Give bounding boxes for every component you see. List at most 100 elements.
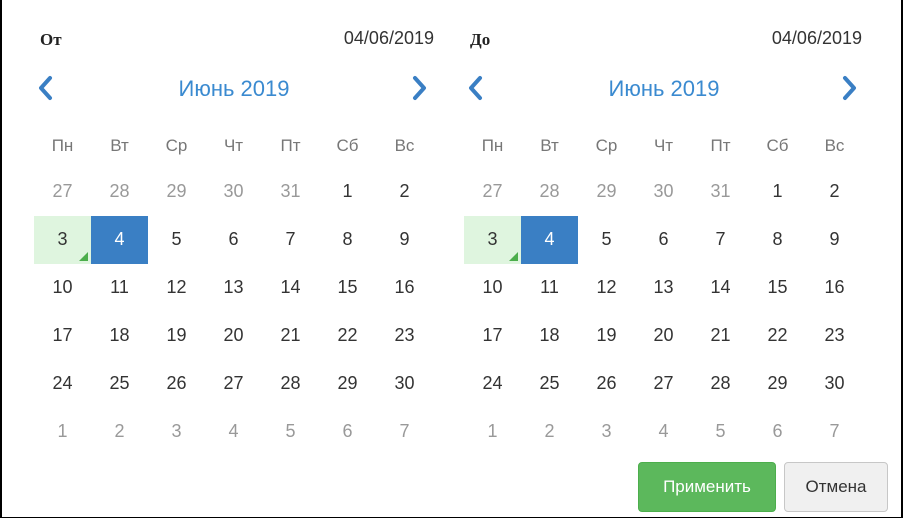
day-cell[interactable]: 10 (34, 264, 91, 312)
day-cell[interactable]: 7 (692, 216, 749, 264)
day-cell[interactable]: 16 (376, 264, 433, 312)
day-cell[interactable]: 16 (806, 264, 863, 312)
day-cell[interactable]: 4 (635, 408, 692, 456)
day-cell[interactable]: 28 (91, 168, 148, 216)
day-cell[interactable]: 1 (464, 408, 521, 456)
day-cell[interactable]: 9 (806, 216, 863, 264)
day-cell[interactable]: 25 (91, 360, 148, 408)
day-cell-today[interactable]: 3 (34, 216, 91, 264)
day-cell[interactable]: 6 (319, 408, 376, 456)
day-cell[interactable]: 31 (262, 168, 319, 216)
day-cell[interactable]: 17 (464, 312, 521, 360)
day-cell[interactable]: 5 (262, 408, 319, 456)
day-cell[interactable]: 24 (34, 360, 91, 408)
day-cell[interactable]: 21 (262, 312, 319, 360)
day-cell[interactable]: 13 (635, 264, 692, 312)
day-cell[interactable]: 13 (205, 264, 262, 312)
day-cell[interactable]: 28 (262, 360, 319, 408)
day-cell[interactable]: 29 (578, 168, 635, 216)
day-cell[interactable]: 3 (148, 408, 205, 456)
day-cell[interactable]: 15 (319, 264, 376, 312)
day-cell-selected[interactable]: 4 (91, 216, 148, 264)
chevron-right-icon[interactable] (412, 74, 434, 104)
to-date-value[interactable]: 04/06/2019 (692, 28, 862, 49)
day-cell[interactable]: 8 (749, 216, 806, 264)
day-cell[interactable]: 5 (148, 216, 205, 264)
day-cell[interactable]: 9 (376, 216, 433, 264)
weekday-label: Вс (824, 136, 845, 155)
week-row: 1234567 (464, 408, 864, 456)
day-cell-selected[interactable]: 4 (521, 216, 578, 264)
day-cell[interactable]: 11 (91, 264, 148, 312)
day-cell[interactable]: 5 (692, 408, 749, 456)
day-cell[interactable]: 2 (521, 408, 578, 456)
day-cell-today[interactable]: 3 (464, 216, 521, 264)
day-cell[interactable]: 23 (376, 312, 433, 360)
day-cell[interactable]: 29 (148, 168, 205, 216)
day-cell[interactable]: 2 (806, 168, 863, 216)
day-cell[interactable]: 19 (578, 312, 635, 360)
day-cell[interactable]: 21 (692, 312, 749, 360)
day-cell[interactable]: 31 (692, 168, 749, 216)
day-cell[interactable]: 29 (319, 360, 376, 408)
weekday-label: Чт (653, 136, 674, 155)
day-cell[interactable]: 8 (319, 216, 376, 264)
day-cell[interactable]: 30 (205, 168, 262, 216)
day-cell[interactable]: 5 (578, 216, 635, 264)
week-row: 17 18 19 20 21 22 23 (34, 312, 434, 360)
day-cell[interactable]: 26 (578, 360, 635, 408)
week-row: 3456789 (464, 216, 864, 264)
day-cell[interactable]: 7 (376, 408, 433, 456)
day-cell[interactable]: 18 (91, 312, 148, 360)
day-cell[interactable]: 27 (464, 168, 521, 216)
day-cell[interactable]: 17 (34, 312, 91, 360)
day-cell[interactable]: 6 (205, 216, 262, 264)
day-cell[interactable]: 14 (262, 264, 319, 312)
day-cell[interactable]: 1 (319, 168, 376, 216)
day-cell[interactable]: 20 (635, 312, 692, 360)
cancel-button[interactable]: Отмена (784, 462, 888, 512)
chevron-right-icon[interactable] (842, 74, 864, 104)
weekday-label: Пт (710, 136, 731, 155)
day-cell[interactable]: 2 (376, 168, 433, 216)
from-date-value[interactable]: 04/06/2019 (264, 28, 434, 49)
day-cell[interactable]: 6 (749, 408, 806, 456)
day-cell[interactable]: 27 (205, 360, 262, 408)
day-cell[interactable]: 30 (806, 360, 863, 408)
day-cell[interactable]: 15 (749, 264, 806, 312)
day-cell[interactable]: 18 (521, 312, 578, 360)
day-cell[interactable]: 4 (205, 408, 262, 456)
weekday-header: Пн Вт Ср Чт Пт Сб Вс (34, 126, 434, 168)
day-cell[interactable]: 22 (319, 312, 376, 360)
day-cell[interactable]: 14 (692, 264, 749, 312)
day-cell[interactable]: 1 (749, 168, 806, 216)
day-cell[interactable]: 1 (34, 408, 91, 456)
day-cell[interactable]: 2 (91, 408, 148, 456)
day-cell[interactable]: 28 (521, 168, 578, 216)
day-cell[interactable]: 26 (148, 360, 205, 408)
weekday-label: Вт (110, 136, 129, 155)
day-cell[interactable]: 19 (148, 312, 205, 360)
day-cell[interactable]: 30 (376, 360, 433, 408)
day-cell[interactable]: 23 (806, 312, 863, 360)
weekday-label: Сб (336, 136, 359, 155)
day-cell[interactable]: 28 (692, 360, 749, 408)
day-cell[interactable]: 27 (34, 168, 91, 216)
day-cell[interactable]: 7 (262, 216, 319, 264)
day-cell[interactable]: 12 (578, 264, 635, 312)
day-cell[interactable]: 12 (148, 264, 205, 312)
day-cell[interactable]: 3 (578, 408, 635, 456)
apply-button[interactable]: Применить (638, 462, 776, 512)
day-cell[interactable]: 30 (635, 168, 692, 216)
weekday-label: Ср (165, 136, 188, 155)
day-cell[interactable]: 22 (749, 312, 806, 360)
day-cell[interactable]: 20 (205, 312, 262, 360)
day-cell[interactable]: 10 (464, 264, 521, 312)
day-cell[interactable]: 29 (749, 360, 806, 408)
day-cell[interactable]: 11 (521, 264, 578, 312)
day-cell[interactable]: 27 (635, 360, 692, 408)
day-cell[interactable]: 7 (806, 408, 863, 456)
day-cell[interactable]: 24 (464, 360, 521, 408)
day-cell[interactable]: 25 (521, 360, 578, 408)
day-cell[interactable]: 6 (635, 216, 692, 264)
